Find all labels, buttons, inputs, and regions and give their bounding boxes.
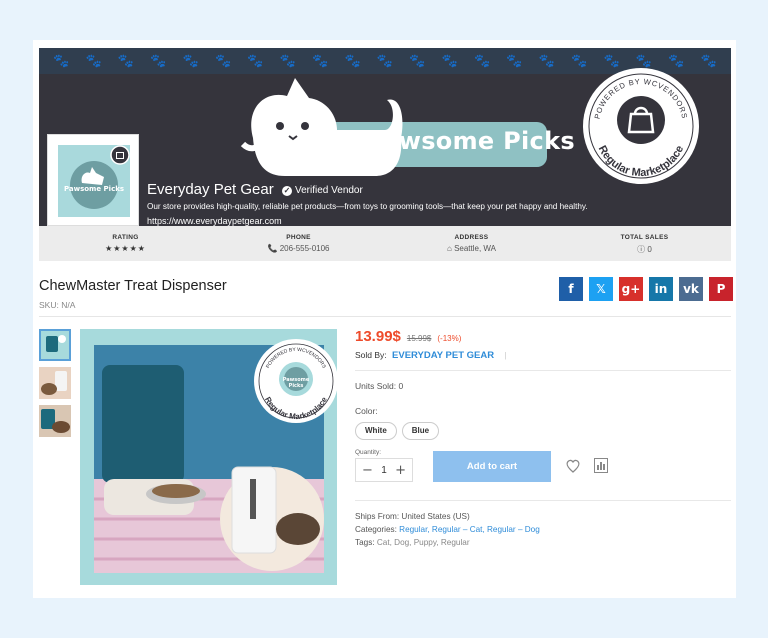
vendor-link[interactable]: EVERYDAY PET GEAR [392, 350, 494, 361]
ships-from-label: Ships From: [355, 512, 400, 521]
share-buttons: f 𝕏 g+ in vk P [559, 277, 733, 301]
pinterest-icon: P [716, 282, 726, 296]
heart-icon[interactable] [565, 458, 581, 474]
add-to-cart-button[interactable]: Add to cart [433, 451, 551, 482]
x-icon: 𝕏 [596, 282, 606, 296]
vendor-description: Our store provides high-quality, reliabl… [147, 202, 588, 211]
discount-badge: (-13%) [437, 334, 462, 343]
ships-from: Ships From: United States (US) [355, 512, 470, 521]
svg-text:Picks: Picks [289, 383, 304, 389]
home-icon: ⌂ [446, 244, 452, 253]
logo-circle-icon: Pawsome Picks [64, 145, 130, 209]
quantity-stepper[interactable]: − 1 + [355, 458, 413, 482]
gallery-thumb-3[interactable] [39, 405, 71, 437]
tags-label: Tags: [355, 538, 375, 547]
pinterest-share-button[interactable]: P [709, 277, 733, 301]
vk-share-button[interactable]: vk [679, 277, 703, 301]
quantity-value[interactable]: 1 [381, 465, 387, 476]
sales-value: 0 [647, 245, 652, 254]
store-banner: 🐾 🐾 🐾 🐾 🐾 🐾 🐾 🐾 🐾 🐾 🐾 🐾 🐾 🐾 🐾 🐾 🐾 🐾 🐾 🐾 🐾 Pawsome Picks POWE [39, 48, 731, 226]
color-options: White Blue [355, 422, 440, 440]
marketplace-badge: POWERED BY WCVENDORS Regular Marketplace [583, 68, 699, 184]
separator: | [504, 350, 507, 360]
address-label: ADDRESS [454, 234, 489, 241]
sold-by: Sold By: EVERYDAY PET GEAR | [355, 350, 507, 361]
linkedin-icon: in [654, 282, 668, 296]
stat-phone: PHONE 📞 206-555-0106 [212, 226, 385, 261]
price-block: 13.99$ 15.99$ (-13%) [355, 328, 461, 345]
sales-label: TOTAL SALES [620, 234, 669, 241]
vk-icon: vk [683, 282, 699, 296]
vendor-logo[interactable]: Pawsome Picks [47, 134, 139, 226]
vendor-name[interactable]: Everyday Pet Gear [147, 181, 274, 198]
rating-stars: ★★★★★ [105, 244, 146, 253]
phone-value[interactable]: 206-555-0106 [280, 244, 330, 253]
compare-icon[interactable] [594, 458, 608, 473]
plus-icon[interactable]: + [395, 463, 406, 478]
categories-label: Categories: [355, 525, 397, 534]
address-value: Seattle, WA [454, 244, 497, 253]
ships-from-value: United States (US) [401, 512, 470, 521]
color-option-blue[interactable]: Blue [401, 422, 440, 440]
tags-links[interactable]: Cat, Dog, Puppy, Regular [377, 538, 470, 547]
categories-links[interactable]: Regular, Regular – Cat, Regular – Dog [399, 525, 540, 534]
linkedin-share-button[interactable]: in [649, 277, 673, 301]
brand-name: Pawsome Picks [365, 127, 575, 155]
logo-text: Pawsome Picks [64, 185, 124, 193]
store-stats-bar: RATING ★★★★★ PHONE 📞 206-555-0106 ADDRES… [39, 226, 731, 261]
verified-badge: ✓ Verified Vendor [282, 185, 363, 196]
old-price: 15.99$ [406, 334, 432, 343]
stat-sales: TOTAL SALES ⓘ 0 [558, 226, 731, 261]
stat-rating: RATING ★★★★★ [39, 226, 212, 261]
x-share-button[interactable]: 𝕏 [589, 277, 613, 301]
color-label: Color: [355, 406, 378, 416]
facebook-icon: f [568, 282, 574, 296]
divider [355, 500, 731, 501]
rating-label: RATING [112, 234, 139, 241]
product-title: ChewMaster Treat Dispenser [39, 278, 227, 294]
categories: Categories: Regular, Regular – Cat, Regu… [355, 525, 540, 534]
info-icon: ⓘ [637, 245, 646, 254]
quantity-label: Quantity: [355, 449, 382, 456]
units-sold: Units Sold: 0 [355, 381, 404, 391]
stat-address: ADDRESS ⌂ Seattle, WA [385, 226, 558, 261]
gallery-thumb-2[interactable] [39, 367, 71, 399]
phone-icon: 📞 [267, 244, 278, 253]
phone-label: PHONE [286, 234, 311, 241]
verified-label: Verified Vendor [295, 185, 363, 196]
color-option-white[interactable]: White [355, 422, 397, 440]
divider [355, 370, 731, 371]
vendor-url-link[interactable]: https://www.everydaypetgear.com [147, 216, 282, 226]
current-price: 13.99$ [355, 328, 401, 345]
check-icon: ✓ [282, 185, 292, 196]
tags: Tags: Cat, Dog, Puppy, Regular [355, 538, 470, 547]
product-main-image[interactable]: Pawsome Picks POWERED BY WCVENDORS Regul… [80, 329, 337, 585]
product-sku: SKU: N/A [39, 300, 76, 310]
google-plus-share-button[interactable]: g+ [619, 277, 643, 301]
gallery-thumb-1[interactable] [39, 329, 71, 361]
store-page: 🐾 🐾 🐾 🐾 🐾 🐾 🐾 🐾 🐾 🐾 🐾 🐾 🐾 🐾 🐾 🐾 🐾 🐾 🐾 🐾 🐾 Pawsome Picks POWE [33, 40, 736, 598]
google-plus-icon: g+ [621, 282, 641, 296]
minus-icon[interactable]: − [362, 463, 373, 478]
sold-by-label: Sold By: [355, 350, 387, 360]
divider [39, 316, 731, 317]
facebook-share-button[interactable]: f [559, 277, 583, 301]
